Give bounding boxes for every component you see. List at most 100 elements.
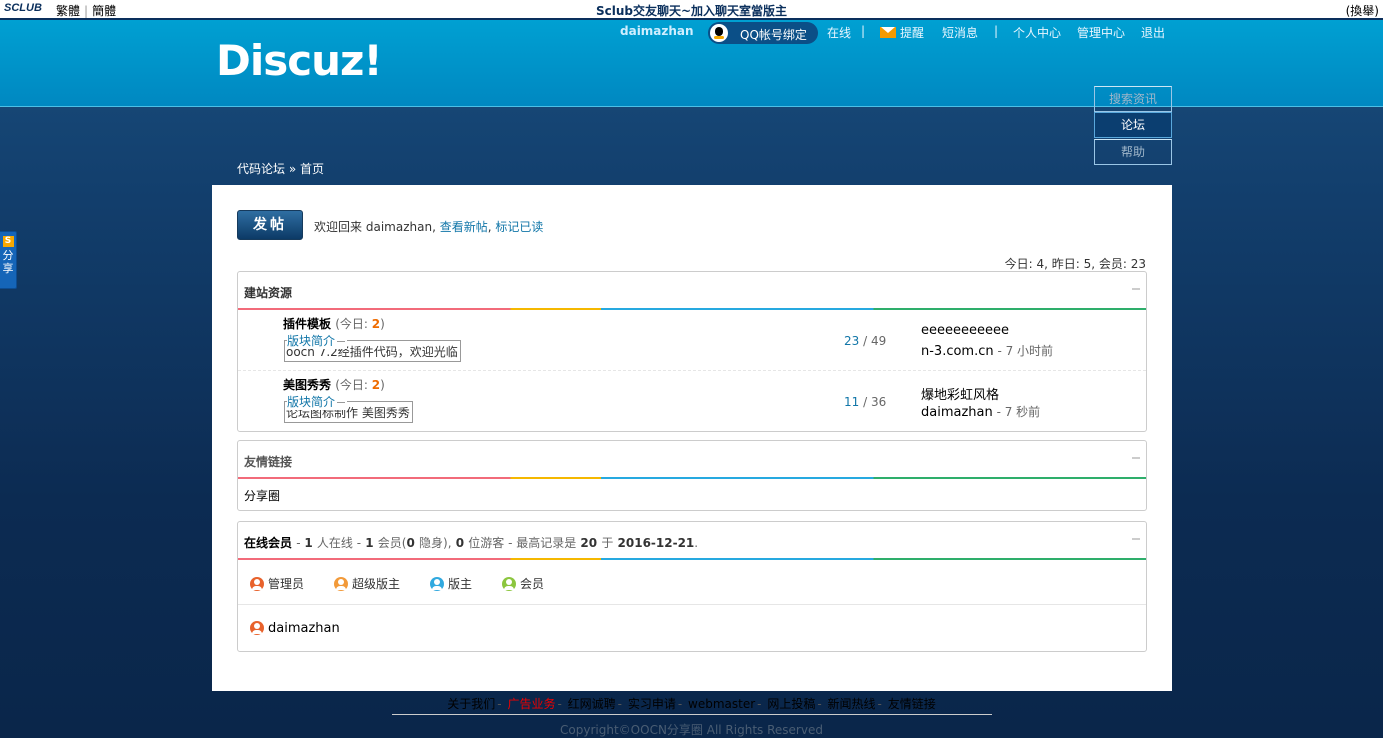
footer-link-submit[interactable]: 网上投稿 [767,697,815,711]
qq-bind-label: QQ帐号绑定 [740,28,807,42]
footer-link-about[interactable]: 关于我们 [447,697,495,711]
last-post-meta: n-3.com.cn - 7 小时前 [921,342,1053,359]
notify-label: 提醒 [900,26,925,40]
forum-today: (今日: 2) [335,378,385,392]
footer-link-ads[interactable]: 广告业务 [507,697,555,711]
forum-threads[interactable]: 11 [844,395,859,409]
site-logo[interactable]: Discuz! [216,36,383,85]
forum-posts: 36 [870,395,887,409]
online-title-text: 在线会员 [244,536,293,550]
last-post-title[interactable]: 爆地彩虹风格 [921,384,999,403]
banner-title[interactable]: Sclub交友聊天~加入聊天室當版主 [0,2,1383,19]
welcome-username: daimazhan [365,220,433,234]
legend-moderator: 版主 [430,575,472,592]
friend-links-box: 友情链接 分享圈 [237,440,1147,511]
category-box: 建站资源 插件模板 (今日: 2) oocn 7.2经插件代码，欢迎光临 版块简… [237,271,1147,432]
forum-name[interactable]: 插件模板 (今日: 2) [283,315,385,332]
profile-link[interactable]: 个人中心 [1013,24,1061,41]
forum-name-text: 美图秀秀 [283,378,332,392]
nav-forum[interactable]: 论坛 [1094,112,1172,138]
forum-posts: 49 [870,334,887,348]
moderator-user-icon [430,577,444,591]
online-members-box: 在线会员 - 1 人在线 - 1 会员(0 隐身), 0 位游客 - 最高记录是… [237,521,1147,652]
site-header: Discuz! daimazhan QQ帐号绑定 在线 | 提醒 短消息 | 个… [0,20,1383,107]
nav-help[interactable]: 帮助 [1094,139,1172,165]
share-label-1: 分 [2,249,14,262]
forum-description-label[interactable]: 版块简介 [287,393,348,410]
member-legend: 管理员 超级版主 版主 会员 [238,560,1146,605]
nav-search-news[interactable]: 搜索资讯 [1094,86,1172,112]
mail-icon [880,27,896,38]
friend-links-list: 分享圈 [238,479,1146,510]
nav-divider: | [994,24,999,38]
forum-name[interactable]: 美图秀秀 (今日: 2) [283,376,385,393]
footer-link-hotline[interactable]: 新闻热线 [828,697,876,711]
friend-links-header: 友情链接 [238,441,1146,477]
share-logo-icon: S [2,236,14,247]
last-post-time: - 7 秒前 [996,405,1041,419]
breadcrumb-page: 首页 [300,162,325,176]
member-user-icon [502,577,516,591]
legend-admin: 管理员 [250,575,304,592]
super-moderator-user-icon [334,577,348,591]
last-post-time: - 7 小时前 [997,344,1054,358]
share-sidebar-button[interactable]: S 分 享 [0,231,17,289]
site-footer: 关于我们 - 广告业务 - 红网诚聘 - 实习申请 - webmaster - 网上投稿 -… [0,695,1383,737]
footer-link-intern[interactable]: 实习申请 [628,697,676,711]
top-bar: SCLUB 繁體 | 簡體 Sclub交友聊天~加入聊天室當版主 (換舉) [0,0,1383,20]
forum-row: 美图秀秀 (今日: 2) 论坛图标制作 美图秀秀 版块简介 11 / 36 爆地… [238,371,1146,431]
footer-divider [392,714,992,715]
footer-link-friends[interactable]: 友情链接 [888,697,936,711]
logout-link[interactable]: 退出 [1141,24,1165,41]
legend-super-moderator: 超级版主 [334,575,400,592]
nav-divider: | [861,24,866,38]
last-post-user[interactable]: daimazhan [921,405,993,420]
category-header: 建站资源 [238,272,1146,308]
forum-counts: 11 / 36 [844,395,887,409]
qq-penguin-icon [710,24,728,42]
copyright: Copyright©OOCN分享圈 All Rights Reserved [560,723,823,737]
notify-link[interactable]: 提醒 [880,24,924,41]
breadcrumb-site[interactable]: 代码论坛 [237,162,285,176]
forum-today: (今日: 2) [335,317,385,331]
switch-link[interactable]: (換舉) [1346,2,1379,19]
footer-links: 关于我们 - 广告业务 - 红网诚聘 - 实习申请 - webmaster - 网上投稿 -… [447,697,936,711]
online-header: 在线会员 - 1 人在线 - 1 会员(0 隐身), 0 位游客 - 最高记录是… [238,522,1146,558]
breadcrumb-sep: » [288,162,297,176]
legend-member: 会员 [502,575,544,592]
friend-link-item[interactable]: 分享圈 [244,489,280,503]
online-user-list: daimazhan [238,605,1146,651]
collapse-icon[interactable] [1132,457,1140,459]
new-post-button[interactable]: 发帖 [237,210,303,240]
username-link[interactable]: daimazhan [620,24,694,38]
last-post-title[interactable]: eeeeeeeeeee [921,323,1009,338]
view-new-posts-link[interactable]: 查看新帖 [440,220,488,234]
main-content: 发帖 欢迎回来 daimazhan, 查看新帖, 标记已读 今日: 4, 昨日:… [212,185,1172,691]
breadcrumb: 代码论坛 » 首页 [237,160,324,177]
last-post-meta: daimazhan - 7 秒前 [921,403,1040,420]
online-username: daimazhan [268,621,340,636]
forum-name-text: 插件模板 [283,317,332,331]
admin-user-icon [250,621,264,635]
forum-row: 插件模板 (今日: 2) oocn 7.2经插件代码，欢迎光临 版块简介 23 … [238,310,1146,371]
admin-user-icon [250,577,264,591]
messages-link[interactable]: 短消息 [942,24,978,41]
footer-link-webmaster[interactable]: webmaster [688,697,755,711]
online-title[interactable]: 在线会员 - 1 人在线 - 1 会员(0 隐身), 0 位游客 - 最高记录是… [244,534,698,551]
forum-threads[interactable]: 23 [844,334,859,348]
online-link[interactable]: 在线 [827,24,851,41]
share-label-2: 享 [2,262,14,275]
footer-link-jobs[interactable]: 红网诚聘 [568,697,616,711]
friend-links-title: 友情链接 [244,455,293,469]
collapse-icon[interactable] [1132,538,1140,540]
mark-read-link[interactable]: 标记已读 [495,220,543,234]
qq-bind-button[interactable]: QQ帐号绑定 [708,22,818,44]
last-post-user[interactable]: n-3.com.cn [921,344,994,359]
collapse-icon[interactable] [1132,288,1140,290]
forum-counts: 23 / 49 [844,334,887,348]
category-title[interactable]: 建站资源 [244,284,292,301]
forum-description-label[interactable]: 版块简介 [287,332,348,349]
admin-link[interactable]: 管理中心 [1077,24,1125,41]
online-user[interactable]: daimazhan [250,621,340,636]
welcome-message: 欢迎回来 daimazhan, 查看新帖, 标记已读 [314,220,544,234]
